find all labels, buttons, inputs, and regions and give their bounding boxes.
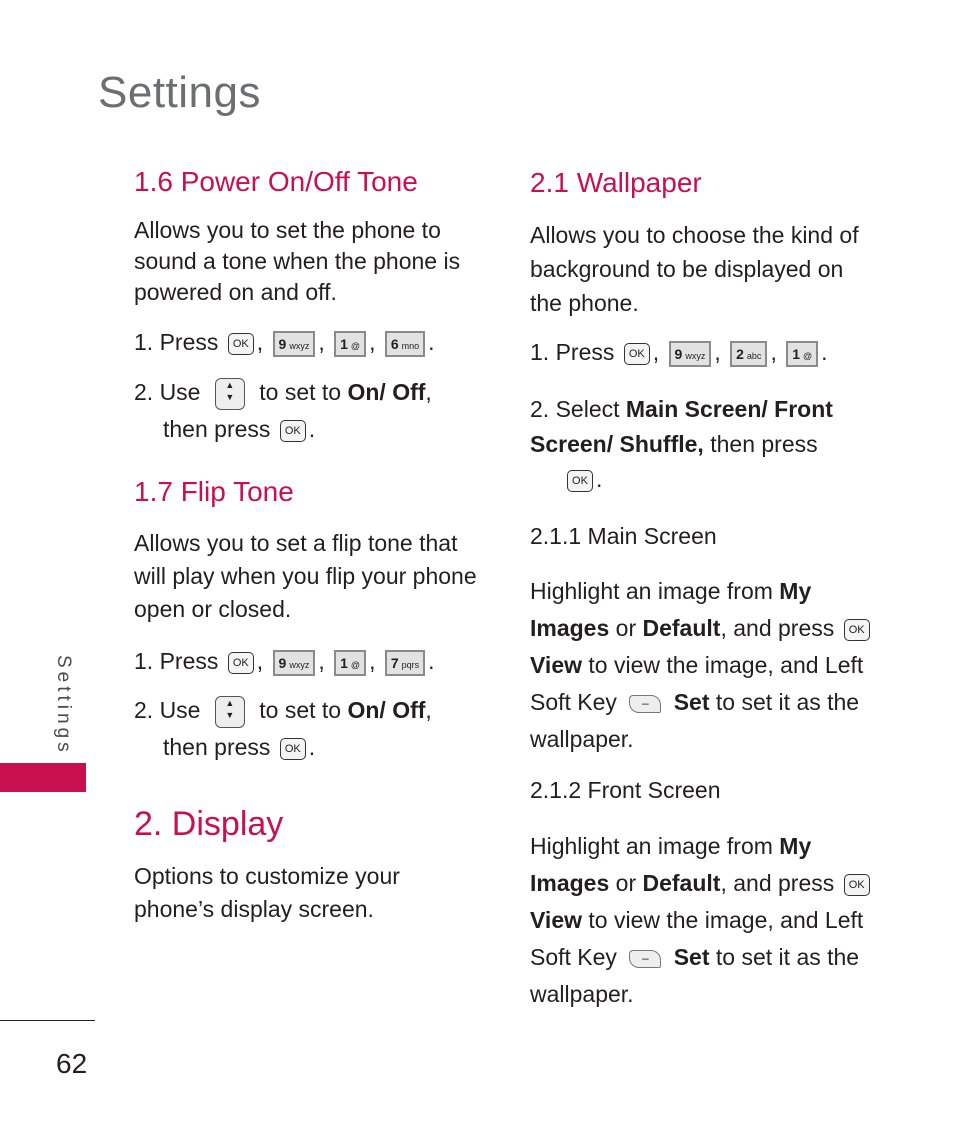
ok-key-icon: OK [279, 737, 306, 760]
power-tone-step2: 2. Use ▲ ▼ to set to On/ Off, then press … [134, 377, 432, 442]
display-desc: Options to customize your phone’s displa… [134, 863, 400, 922]
side-tab-marker [0, 763, 86, 792]
wallpaper-desc: Allows you to choose the kind of backgro… [530, 222, 859, 316]
ok-key-icon: OK [279, 419, 306, 442]
heading-power-tone: 1.6 Power On/Off Tone [134, 166, 418, 197]
left-soft-key-icon: – [629, 949, 662, 968]
wallpaper-step1: 1. Press OK, 9 wxyz, 2 abc, 1 @. [530, 339, 828, 367]
ok-key-icon: OK [567, 469, 593, 492]
ok-key-icon: OK [843, 618, 870, 641]
footer-divider [0, 1020, 95, 1021]
key-9-icon: 9 wxyz [272, 649, 316, 676]
heading-display: 2. Display [134, 805, 284, 843]
nav-key-icon: ▲ ▼ [214, 695, 245, 728]
heading-wallpaper: 2.1 Wallpaper [530, 167, 702, 198]
nav-key-icon: ▲ ▼ [214, 377, 245, 410]
key-6-icon: 6 mno [384, 330, 426, 357]
flip-tone-step2: 2. Use ▲ ▼ to set to On/ Off, then press … [134, 695, 432, 760]
ok-key-icon: OK [623, 342, 650, 365]
key-7-icon: 7 pqrs [384, 649, 426, 676]
left-soft-key-icon: – [629, 694, 662, 713]
heading-front-screen: 2.1.2 Front Screen [530, 777, 721, 803]
ok-key-icon: OK [227, 651, 254, 674]
heading-flip-tone: 1.7 Flip Tone [134, 476, 294, 507]
wallpaper-step2: 2. Select Main Screen/ Front Screen/ Shu… [530, 396, 833, 492]
side-section-label: Settings [53, 655, 74, 756]
main-screen-desc: Highlight an image from My Images or Def… [530, 573, 875, 758]
ok-key-icon: OK [843, 873, 870, 896]
key-9-icon: 9 wxyz [272, 330, 316, 357]
flip-tone-desc: Allows you to set a flip tone that will … [134, 530, 477, 622]
front-screen-desc: Highlight an image from My Images or Def… [530, 828, 875, 1013]
key-1-icon: 1 @ [786, 340, 819, 367]
power-tone-step1: 1. Press OK, 9 wxyz, 1 @, 6 mno. [134, 329, 435, 357]
key-2-icon: 2 abc [730, 340, 768, 367]
key-9-icon: 9 wxyz [668, 340, 712, 367]
page-title: Settings [98, 68, 261, 117]
key-1-icon: 1 @ [334, 649, 367, 676]
step-label: 1. Press [134, 329, 219, 355]
power-tone-desc: Allows you to set the phone to sound a t… [134, 217, 461, 305]
page-number: 62 [56, 1048, 88, 1079]
flip-tone-step1: 1. Press OK, 9 wxyz, 1 @, 7 pqrs. [134, 648, 435, 676]
key-1-icon: 1 @ [334, 330, 367, 357]
ok-key-icon: OK [227, 332, 254, 355]
heading-main-screen: 2.1.1 Main Screen [530, 523, 717, 549]
